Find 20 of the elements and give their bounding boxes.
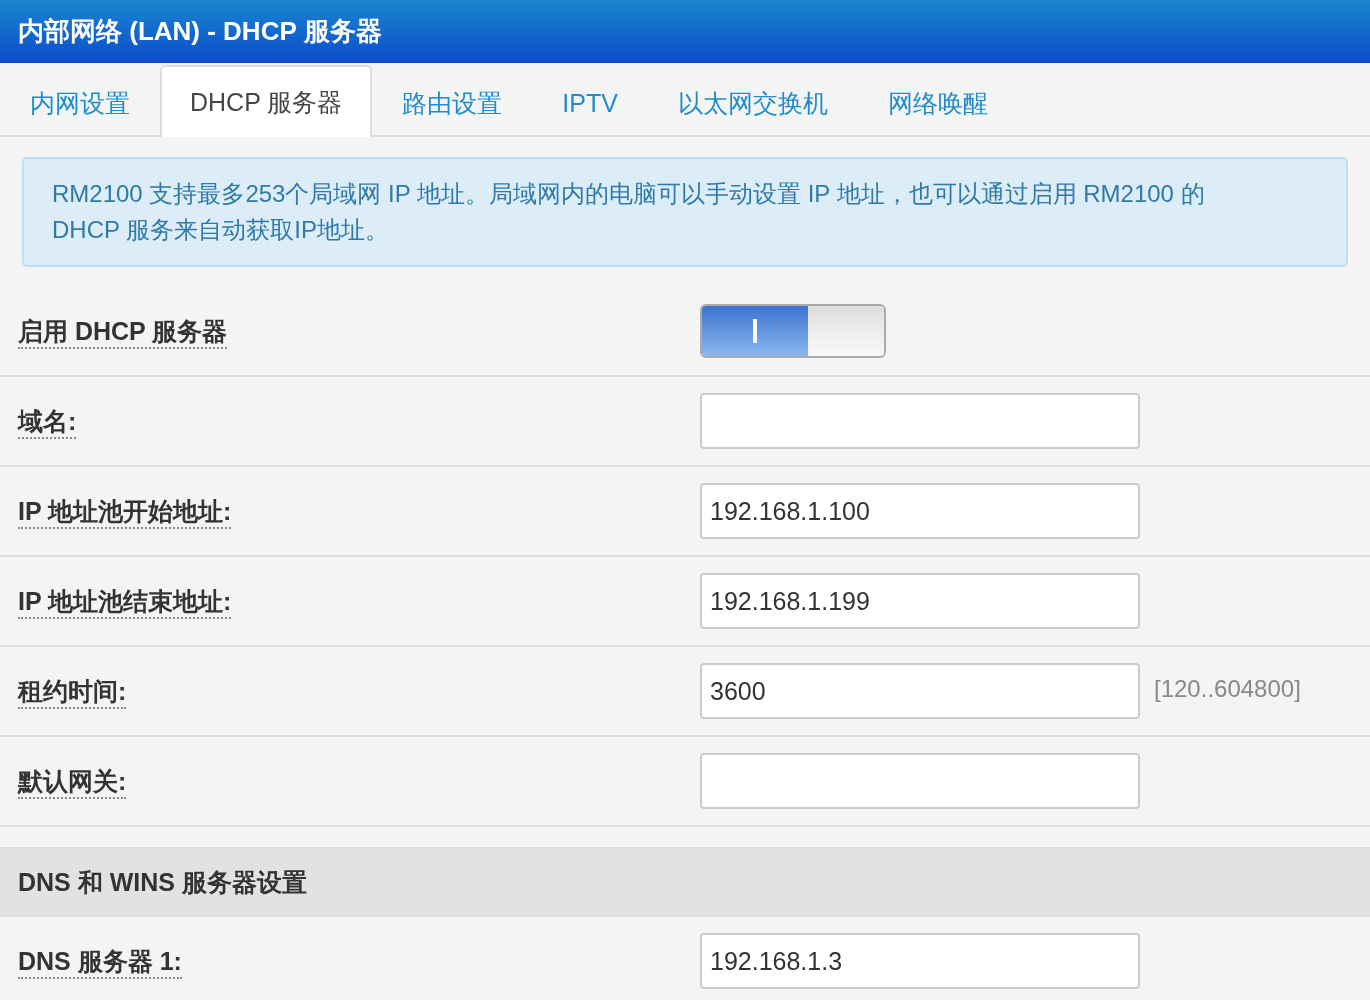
info-message: RM2100 支持最多253个局域网 IP 地址。局域网内的电脑可以手动设置 IP 地址，也可以通过启用 RM2100 的 DHCP 服务来自动获取IP地址。	[22, 157, 1348, 267]
field-label: IP 地址池结束地址:	[18, 586, 232, 619]
field-label: DNS 服务器 1:	[18, 946, 182, 979]
range-hint: [120..604800]	[1154, 675, 1301, 703]
field-label: 默认网关:	[18, 766, 127, 799]
field-label: IP 地址池开始地址:	[18, 496, 232, 529]
input-field[interactable]: 3600	[700, 663, 1140, 719]
field-label: 租约时间:	[18, 676, 127, 709]
input-field[interactable]	[700, 753, 1140, 809]
toggle-switch[interactable]	[700, 304, 886, 358]
input-field[interactable]: 192.168.1.199	[700, 573, 1140, 629]
section-heading: DNS 和 WINS 服务器设置	[18, 866, 307, 898]
input-field[interactable]: 192.168.1.3	[700, 933, 1140, 989]
field-label: 域名:	[18, 406, 77, 439]
tab[interactable]: DHCP 服务器	[160, 65, 373, 137]
field-label: 启用 DHCP 服务器	[18, 316, 228, 349]
input-field[interactable]	[700, 393, 1140, 449]
input-field[interactable]: 192.168.1.100	[700, 483, 1140, 539]
window-title: 内部网络 (LAN) - DHCP 服务器	[18, 15, 382, 48]
bar-icon	[753, 319, 757, 343]
